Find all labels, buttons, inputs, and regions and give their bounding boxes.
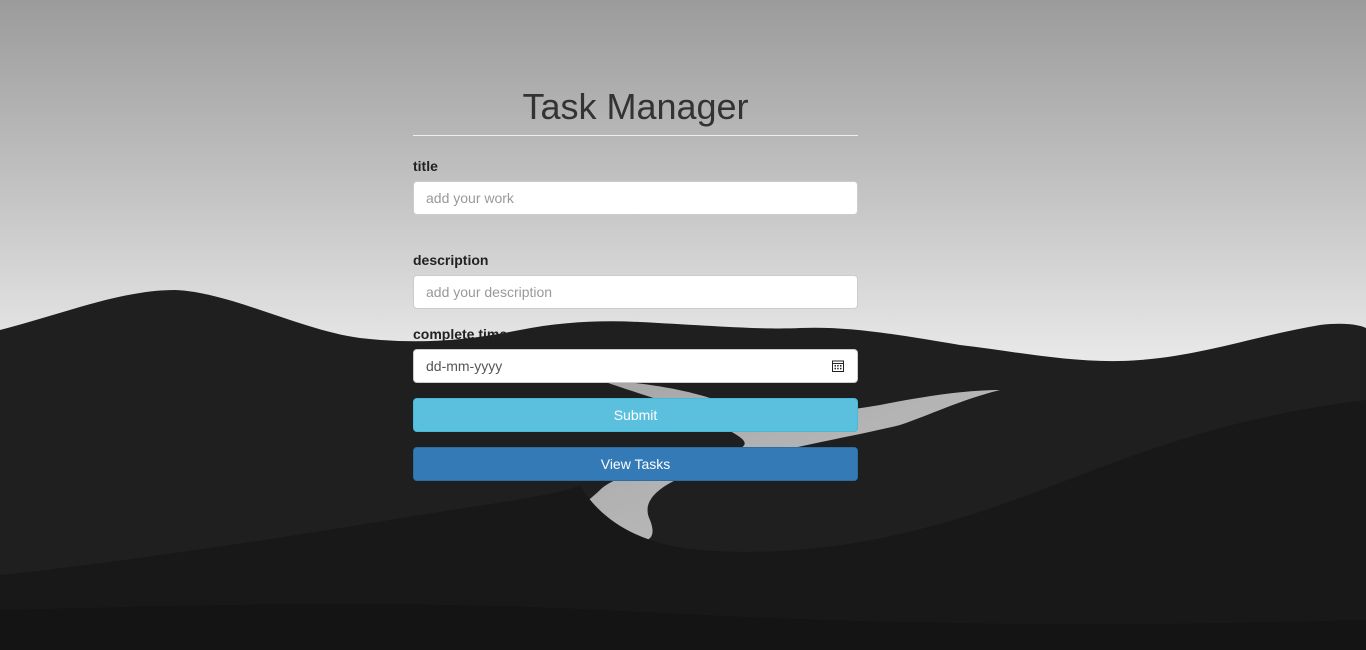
description-label: description bbox=[413, 251, 489, 268]
complete-time-label: complete time bbox=[413, 325, 508, 342]
page-title: Task Manager bbox=[413, 80, 858, 136]
title-label: title bbox=[413, 157, 438, 174]
description-input[interactable] bbox=[413, 274, 858, 309]
complete-time-field: complete time dd-mm-yyyy bbox=[413, 326, 858, 383]
task-form: Task Manager title description complete … bbox=[413, 80, 858, 481]
view-tasks-button[interactable]: View Tasks bbox=[413, 446, 858, 481]
calendar-icon[interactable] bbox=[831, 359, 845, 373]
description-field: description bbox=[413, 252, 858, 309]
title-input[interactable] bbox=[413, 180, 858, 215]
title-field: title bbox=[413, 158, 858, 215]
submit-button[interactable]: Submit bbox=[413, 397, 858, 432]
date-placeholder: dd-mm-yyyy bbox=[426, 357, 503, 374]
complete-time-input[interactable]: dd-mm-yyyy bbox=[413, 348, 858, 383]
